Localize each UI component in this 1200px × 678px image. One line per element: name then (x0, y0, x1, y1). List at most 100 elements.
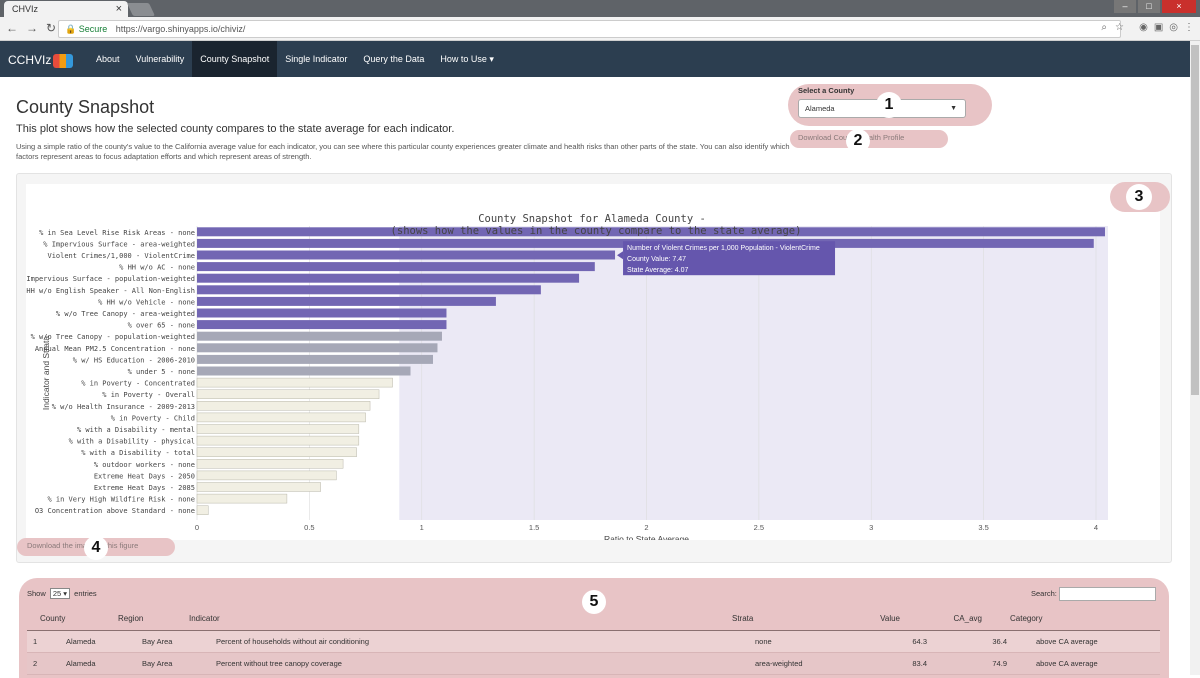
x-tick-label: 3.5 (978, 523, 988, 532)
bar (196, 424, 360, 434)
show-entries: Show 25 ▾ entries (27, 588, 97, 599)
bar (197, 296, 496, 306)
close-window-icon[interactable]: × (1162, 0, 1196, 13)
nav-item-county-snapshot[interactable]: County Snapshot (192, 41, 278, 77)
nav-item-query-the-data[interactable]: Query the Data (355, 41, 432, 77)
menu-icon[interactable]: ⋮ (1184, 22, 1194, 33)
y-tick-label: % w/o Health Insurance - 2009-2013 (52, 403, 195, 411)
tab-title: CHVIz (12, 4, 39, 14)
minimize-icon[interactable]: – (1114, 0, 1136, 13)
column-header-category[interactable]: Category (1010, 614, 1042, 623)
url-input[interactable]: 🔒 Secure https://vargo.shinyapps.io/chiv… (58, 20, 1121, 38)
extension-icon[interactable]: ▣ (1154, 22, 1163, 33)
y-tick-label: % with a Disability - physical (69, 438, 195, 446)
url-text: https://vargo.shinyapps.io/chiviz/ (115, 24, 246, 34)
y-tick-label: % w/ HS Education - 2006-2010 (73, 356, 195, 364)
bar (197, 308, 447, 318)
chart-title: County Snapshot for Alameda County - (478, 213, 706, 225)
y-tick-label: Extreme Heat Days - 2085 (94, 484, 195, 492)
bar (196, 389, 380, 399)
page-subtitle: This plot shows how the selected county … (16, 123, 455, 135)
back-icon[interactable]: ← (6, 21, 18, 35)
y-tick-label: % w/o Tree Canopy - population-weighted (31, 333, 195, 341)
x-tick-label: 0 (195, 523, 199, 532)
entries-value: 25 (52, 589, 62, 598)
search-label: Search: (1031, 588, 1057, 598)
table-cell: 83.4 (912, 659, 927, 668)
y-tick-label: % HH w/o AC - none (119, 264, 195, 272)
y-tick-label: % under 5 - none (128, 368, 195, 376)
x-tick-label: 3 (869, 523, 873, 532)
bar (197, 273, 580, 283)
nav-item-single-indicator[interactable]: Single Indicator (277, 41, 355, 77)
table-cell: none (755, 637, 772, 646)
table-cell: 64.3 (912, 637, 927, 646)
table-cell: above CA average (1036, 659, 1098, 668)
snapshot-chart: 0 0.5 1 1.5 2 2.5 3 3.5 4 % in Sea Level Rise Ris… (26, 184, 1160, 540)
y-tick-label: % in Sea Level Rise Risk Areas - none (39, 229, 195, 237)
column-header-indicator[interactable]: Indicator (189, 614, 220, 623)
bar (196, 377, 393, 388)
y-tick-label: % over 65 - none (128, 322, 195, 330)
nav-item-about[interactable]: About (88, 41, 128, 77)
y-tick-label: Violent Crimes/1,000 - ViolentCrime (47, 252, 195, 260)
extension-icon[interactable]: ◎ (1169, 22, 1178, 33)
new-tab-button[interactable] (126, 3, 156, 16)
table-row[interactable]: 1 Alameda Bay Area Percent of households wi… (27, 631, 1160, 653)
show-label: Show (27, 589, 46, 598)
tooltip-line: State Average: 4.07 (627, 267, 688, 274)
table-cell: 36.4 (992, 637, 1007, 646)
star-icon[interactable]: ☆ (1115, 22, 1124, 33)
forward-icon[interactable]: → (26, 21, 38, 35)
reload-icon[interactable]: ↻ (46, 21, 56, 35)
maximize-icon[interactable]: □ (1138, 0, 1160, 13)
y-tick-label: Annual Mean PM2.5 Concentration - none (35, 345, 195, 353)
extension-icon[interactable]: ◉ (1139, 22, 1148, 33)
tooltip-line: Number of Violent Crimes per 1,000 Popul… (627, 245, 820, 252)
table-cell: area-weighted (755, 659, 803, 668)
y-tick-label: % Impervious Surface - population-weight… (26, 275, 195, 283)
nav-item-how-to-use[interactable]: How to Use ▾ (432, 41, 502, 77)
table-header: County Region Indicator Strata Value CA_avg Ca… (27, 609, 1160, 631)
table-cell: Alameda (66, 637, 96, 646)
table-cell: above CA average (1036, 637, 1098, 646)
bar (196, 470, 337, 481)
search-input[interactable] (1058, 587, 1156, 601)
column-header-region[interactable]: Region (118, 614, 143, 623)
lock-icon: 🔒 (65, 24, 77, 34)
tab-close-icon[interactable]: × (116, 1, 122, 17)
bar (196, 412, 366, 423)
bar (196, 447, 357, 457)
page-scrollbar[interactable] (1190, 41, 1200, 675)
county-value: Alameda (805, 104, 835, 113)
x-tick-label: 1.5 (529, 523, 539, 532)
secure-label: Secure (78, 24, 108, 34)
page-description: Using a simple ratio of the county's val… (16, 142, 790, 161)
column-header-ca-avg[interactable]: CA_avg (932, 614, 982, 623)
county-label: Select a County (798, 86, 855, 95)
zoom-icon[interactable]: ⌕ (1101, 22, 1107, 33)
column-header-value[interactable]: Value (850, 614, 900, 623)
brand[interactable]: CCHVIz (8, 53, 74, 68)
bar (197, 331, 442, 341)
bar (196, 482, 321, 492)
badge-2: 2 (846, 129, 870, 153)
badge-1: 1 (876, 92, 902, 118)
address-bar: ← → ↻ 🔒 Secure https://vargo.shinyapps.i… (0, 17, 1200, 41)
entries-select[interactable]: 25 ▾ (49, 588, 71, 599)
column-header-strata[interactable]: Strata (732, 614, 753, 623)
browser-tab[interactable]: CHVIz × (4, 1, 128, 17)
bar (196, 401, 371, 411)
x-tick-label: 2.5 (754, 523, 764, 532)
table-cell: 2 (33, 659, 38, 668)
nav-item-vulnerability[interactable]: Vulnerability (128, 41, 193, 77)
bar (196, 459, 344, 469)
y-tick-label: % outdoor workers - none (94, 461, 195, 469)
x-tick-label: 0.5 (304, 523, 314, 532)
column-header-county[interactable]: County (40, 614, 65, 623)
tooltip-line: County Value: 7.47 (627, 256, 686, 263)
scrollbar-thumb[interactable] (1191, 45, 1199, 395)
x-axis-label: Ratio to State Average (604, 534, 689, 540)
table-row[interactable]: 2 Alameda Bay Area Percent without tree can… (27, 653, 1160, 675)
logo-icon (53, 53, 74, 68)
